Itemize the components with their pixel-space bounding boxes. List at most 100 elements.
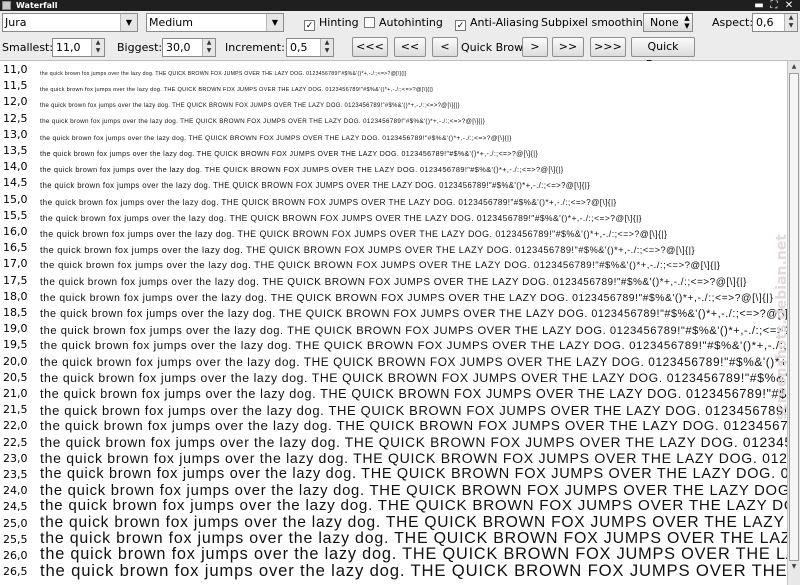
row-size-label: 20,0 <box>3 354 28 368</box>
row-size-label: 12,5 <box>3 111 28 125</box>
subpixel-select[interactable]: None ▲ ▼ <box>643 13 693 32</box>
font-family-value: Jura <box>5 16 27 29</box>
subpixel-value: None <box>650 16 679 29</box>
row-size-label: 14,5 <box>3 176 28 190</box>
text-button[interactable]: Quick Brown <box>631 37 695 71</box>
window-title: Waterfall <box>16 1 58 10</box>
row-sample-text: the quick brown fox jumps over the lazy … <box>40 292 774 304</box>
row-sample-text: the quick brown fox jumps over the lazy … <box>40 307 787 320</box>
maximize-icon[interactable]: ⛶ <box>767 0 781 11</box>
last-page-button[interactable]: >>> <box>590 37 626 57</box>
first-page-button[interactable]: <<< <box>352 37 388 57</box>
updown-icon: ▲ ▼ <box>684 14 690 30</box>
scroll-up-icon[interactable]: ▲ <box>789 62 799 72</box>
scroll-down-icon[interactable]: ▼ <box>789 562 799 572</box>
row-sample-text: the quick brown fox jumps over the lazy … <box>40 87 434 94</box>
preview-text-label: Quick Brown <box>461 41 531 54</box>
row-size-label: 24,0 <box>3 484 28 498</box>
row-sample-text: the quick brown fox jumps over the lazy … <box>40 386 787 401</box>
autohinting-checkbox[interactable]: Autohinting <box>364 16 443 30</box>
font-style-select[interactable]: Medium ▼ <box>146 13 284 32</box>
increment-spinbox[interactable]: 0,5 ▲ ▼ <box>286 38 334 57</box>
row-sample-text: the quick brown fox jumps over the lazy … <box>40 181 591 191</box>
row-size-label: 11,5 <box>3 79 28 93</box>
row-sample-text: the quick brown fox jumps over the lazy … <box>40 198 617 208</box>
row-sample-text: the quick brown fox jumps over the lazy … <box>40 340 787 353</box>
spin-arrows-icon[interactable]: ▲ ▼ <box>91 39 104 56</box>
row-size-label: 16,0 <box>3 225 28 238</box>
row-size-label: 14,0 <box>3 160 28 174</box>
row-size-label: 18,0 <box>3 289 28 303</box>
row-sample-text: the quick brown fox jumps over the lazy … <box>40 465 787 482</box>
autohinting-label: Autohinting <box>379 16 443 29</box>
row-sample-text: the quick brown fox jumps over the lazy … <box>40 277 747 289</box>
biggest-value: 30,0 <box>166 41 191 54</box>
row-size-label: 26,0 <box>3 549 28 562</box>
close-icon[interactable]: ✕ <box>782 0 796 11</box>
row-sample-text: the quick brown fox jumps over the lazy … <box>40 370 787 385</box>
row-size-label: 16,5 <box>3 241 28 255</box>
row-size-label: 25,0 <box>3 516 28 530</box>
biggest-label: Biggest: <box>117 41 163 54</box>
chevron-down-icon: ▼ <box>120 14 137 31</box>
row-size-label: 18,5 <box>3 306 28 319</box>
smallest-value: 11,0 <box>56 41 81 54</box>
subpixel-label: Subpixel smoothing: <box>541 16 654 29</box>
app-icon <box>2 1 11 10</box>
aspect-spinbox[interactable]: 0,6 ▲ ▼ <box>752 13 798 32</box>
increment-label: Increment: <box>225 41 285 54</box>
row-sample-text: the quick brown fox jumps over the lazy … <box>40 150 539 158</box>
next-button[interactable]: > <box>522 37 548 57</box>
row-sample-text: the quick brown fox jumps over the lazy … <box>40 70 407 77</box>
checkbox-checked-icon: ✓ <box>455 20 466 31</box>
checkbox-unchecked-icon <box>364 17 375 28</box>
antialiasing-checkbox[interactable]: ✓ Anti-Aliasing <box>455 16 539 31</box>
biggest-spinbox[interactable]: 30,0 ▲ ▼ <box>162 38 216 57</box>
row-size-label: 20,5 <box>3 370 28 384</box>
spin-arrows-icon[interactable]: ▲ ▼ <box>202 39 215 56</box>
toolbar-font: Jura ▼ Medium ▼ ✓ Hinting Autohinting ✓ An… <box>0 11 800 35</box>
row-sample-text: the quick brown fox jumps over the lazy … <box>40 103 460 110</box>
row-size-label: 21,5 <box>3 403 28 417</box>
spin-arrows-icon[interactable]: ▲ ▼ <box>784 14 797 31</box>
row-size-label: 22,0 <box>3 419 28 433</box>
row-sample-text: the quick brown fox jumps over the lazy … <box>40 355 787 370</box>
row-sample-text: the quick brown fox jumps over the lazy … <box>40 560 787 580</box>
row-size-label: 22,5 <box>3 435 28 449</box>
row-size-label: 15,0 <box>3 192 28 206</box>
row-size-label: 23,0 <box>3 451 28 465</box>
row-sample-text: the quick brown fox jumps over the lazy … <box>40 117 486 125</box>
font-family-select[interactable]: Jura ▼ <box>2 13 138 32</box>
smallest-spinbox[interactable]: 11,0 ▲ ▼ <box>52 38 105 57</box>
waterfall-view[interactable]: 11,0 the quick brown fox jumps over the l… <box>0 61 787 585</box>
row-size-label: 19,0 <box>3 322 28 336</box>
hinting-checkbox[interactable]: ✓ Hinting <box>304 16 359 31</box>
row-size-label: 23,5 <box>3 468 28 481</box>
font-style-value: Medium <box>149 16 193 29</box>
row-sample-text: the quick brown fox jumps over the lazy … <box>40 228 668 239</box>
hinting-label: Hinting <box>319 16 359 29</box>
row-sample-text: the quick brown fox jumps over the lazy … <box>40 450 787 467</box>
prev-page-button[interactable]: << <box>394 37 426 57</box>
prev-button[interactable]: < <box>432 37 458 57</box>
chevron-down-icon: ▼ <box>266 14 283 31</box>
antialiasing-label: Anti-Aliasing <box>470 16 539 29</box>
next-page-button[interactable]: >> <box>552 37 584 57</box>
toolbar-sizes: Smallest: 11,0 ▲ ▼ Biggest: 30,0 ▲ ▼ Incre… <box>0 35 800 71</box>
row-sample-text: the quick brown fox jumps over the lazy … <box>40 212 643 223</box>
row-size-label: 13,0 <box>3 127 28 141</box>
row-size-label: 17,5 <box>3 273 28 287</box>
aspect-label: Aspect: <box>712 16 754 29</box>
smallest-label: Smallest: <box>2 41 54 54</box>
row-sample-text: the quick brown fox jumps over the lazy … <box>40 497 787 515</box>
spin-arrows-icon[interactable]: ▲ ▼ <box>320 39 333 56</box>
row-size-label: 15,5 <box>3 208 28 222</box>
row-size-label: 19,5 <box>3 338 28 352</box>
vertical-scrollbar[interactable]: ▲ ▼ <box>787 61 800 585</box>
minimize-icon[interactable]: ▬ <box>752 0 766 11</box>
row-size-label: 11,0 <box>3 63 28 76</box>
increment-value: 0,5 <box>290 41 308 54</box>
row-sample-text: the quick brown fox jumps over the lazy … <box>40 165 564 175</box>
scrollbar-thumb[interactable] <box>789 73 799 561</box>
row-size-label: 25,5 <box>3 532 28 546</box>
